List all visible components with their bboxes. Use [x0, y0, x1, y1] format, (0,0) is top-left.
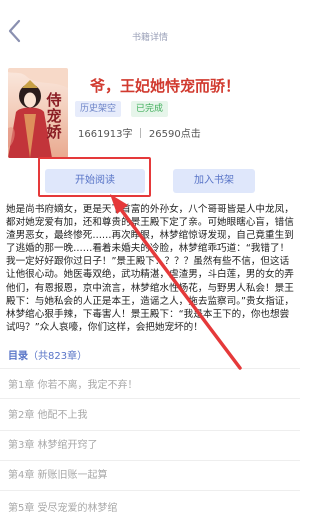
- toc-label: 目录: [8, 351, 28, 362]
- book-description: 她是尚书府嫡女，更是天下首富的外孙女，八个哥哥皆是人中龙凤，都对她宠爱有加，还和…: [6, 204, 294, 333]
- toc-header[interactable]: 目录（共823章）: [8, 347, 87, 362]
- category-tag[interactable]: 历史架空: [75, 101, 122, 117]
- start-reading-button[interactable]: 开始阅读: [45, 169, 145, 193]
- chapter-item[interactable]: 第3章 林梦绾开窍了: [8, 436, 292, 451]
- book-cover[interactable]: 侍宠娇: [8, 68, 68, 158]
- divider: [0, 460, 300, 461]
- page-title: 书籍详情: [131, 33, 168, 43]
- divider: [0, 430, 300, 431]
- chapter-item[interactable]: 第2章 他配不上我: [8, 406, 292, 421]
- divider: [0, 368, 300, 369]
- toc-count: （共823章）: [28, 351, 88, 362]
- status-tag: 已完成: [131, 101, 169, 117]
- chapter-item[interactable]: 第4章 新账旧账一起算: [8, 466, 292, 481]
- add-to-bookshelf-button[interactable]: 加入书架: [173, 169, 255, 193]
- divider: [0, 490, 300, 491]
- cover-title-text: 侍宠娇: [46, 91, 62, 141]
- top-bar: 书籍详情: [0, 0, 300, 70]
- book-stats: 1661913字 ｜ 26590点击: [78, 129, 201, 140]
- chapter-item[interactable]: 第1章 你若不离，我定不弃！: [8, 376, 292, 391]
- book-title: 爷，王妃她恃宠而骄！: [90, 77, 241, 95]
- divider: [0, 398, 300, 399]
- chapter-item[interactable]: 第5章 受尽宠爱的林梦绾: [8, 499, 292, 514]
